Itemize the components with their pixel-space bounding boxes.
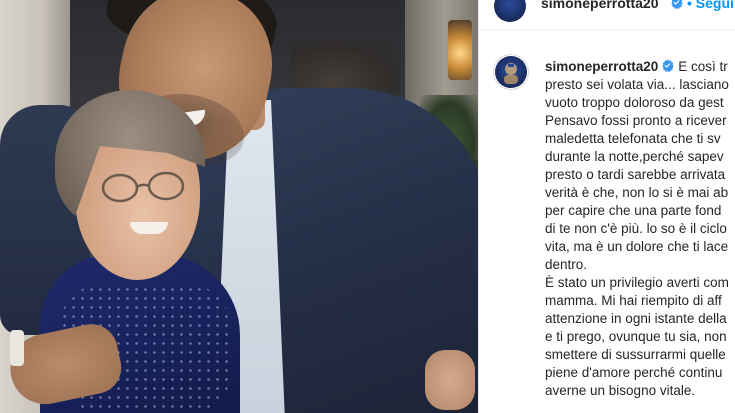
header-avatar[interactable] [494, 0, 526, 22]
caption-text: È stato un privilegio averti com [545, 275, 729, 290]
verified-badge-icon [662, 59, 674, 72]
caption-text: presto sei volata via... lasciano [545, 77, 729, 92]
caption-text: per capire che una parte fond [545, 203, 722, 218]
post-caption: simoneperrotta20 E così tr presto sei vol… [545, 58, 735, 400]
caption-username[interactable]: simoneperrotta20 [545, 59, 658, 74]
follow-button[interactable]: • Segui [687, 0, 734, 11]
background-lantern [448, 20, 472, 80]
wristwatch [10, 330, 24, 366]
caption-text: durante la notte,perché sapev [545, 149, 724, 164]
caption-first-line: simoneperrotta20 E così tr [545, 58, 735, 76]
caption-text: di te non c'è più. lo so è il ciclo [545, 221, 727, 236]
caption-text: maledetta telefonata che ti sv [545, 131, 721, 146]
caption-text: e ti prego, ovunque tu sia, non [545, 329, 727, 344]
caption-text: attenzione in ogni istante della [545, 311, 727, 326]
woman-hand [425, 350, 475, 410]
caption-text: dentro. [545, 257, 588, 272]
caption-text: Pensavo fossi pronto a ricever [545, 113, 727, 128]
header-username[interactable]: simoneperrotta20 [541, 0, 658, 11]
woman-smile [130, 222, 168, 234]
post-header: simoneperrotta20 • Segui [479, 0, 735, 30]
caption-text: piene d'amore perché continu [545, 365, 723, 380]
profile-avatar-icon [504, 63, 518, 84]
post-sidebar: simoneperrotta20 • Segui simoneperrotta2… [478, 0, 735, 413]
woman-glasses [101, 171, 185, 203]
caption-text: vita, ma è un dolore che ti lace [545, 239, 729, 254]
caption-text: E così tr [678, 59, 728, 74]
post-photo[interactable] [0, 0, 478, 413]
caption-text: vuoto troppo doloroso da gest [545, 95, 724, 110]
caption-text: presto o tardi sarebbe arrivata [545, 167, 726, 182]
caption-avatar[interactable] [495, 56, 527, 88]
caption-text: averne un bisogno vitale. [545, 383, 696, 398]
caption-text: verità è che, non lo si è mai ab [545, 185, 729, 200]
verified-badge-icon [671, 0, 683, 9]
profile-avatar-icon [494, 0, 526, 22]
caption-text: mamma. Mi hai riempito di aff [545, 293, 722, 308]
caption-text: smettere di sussurrarmi quelle [545, 347, 726, 362]
